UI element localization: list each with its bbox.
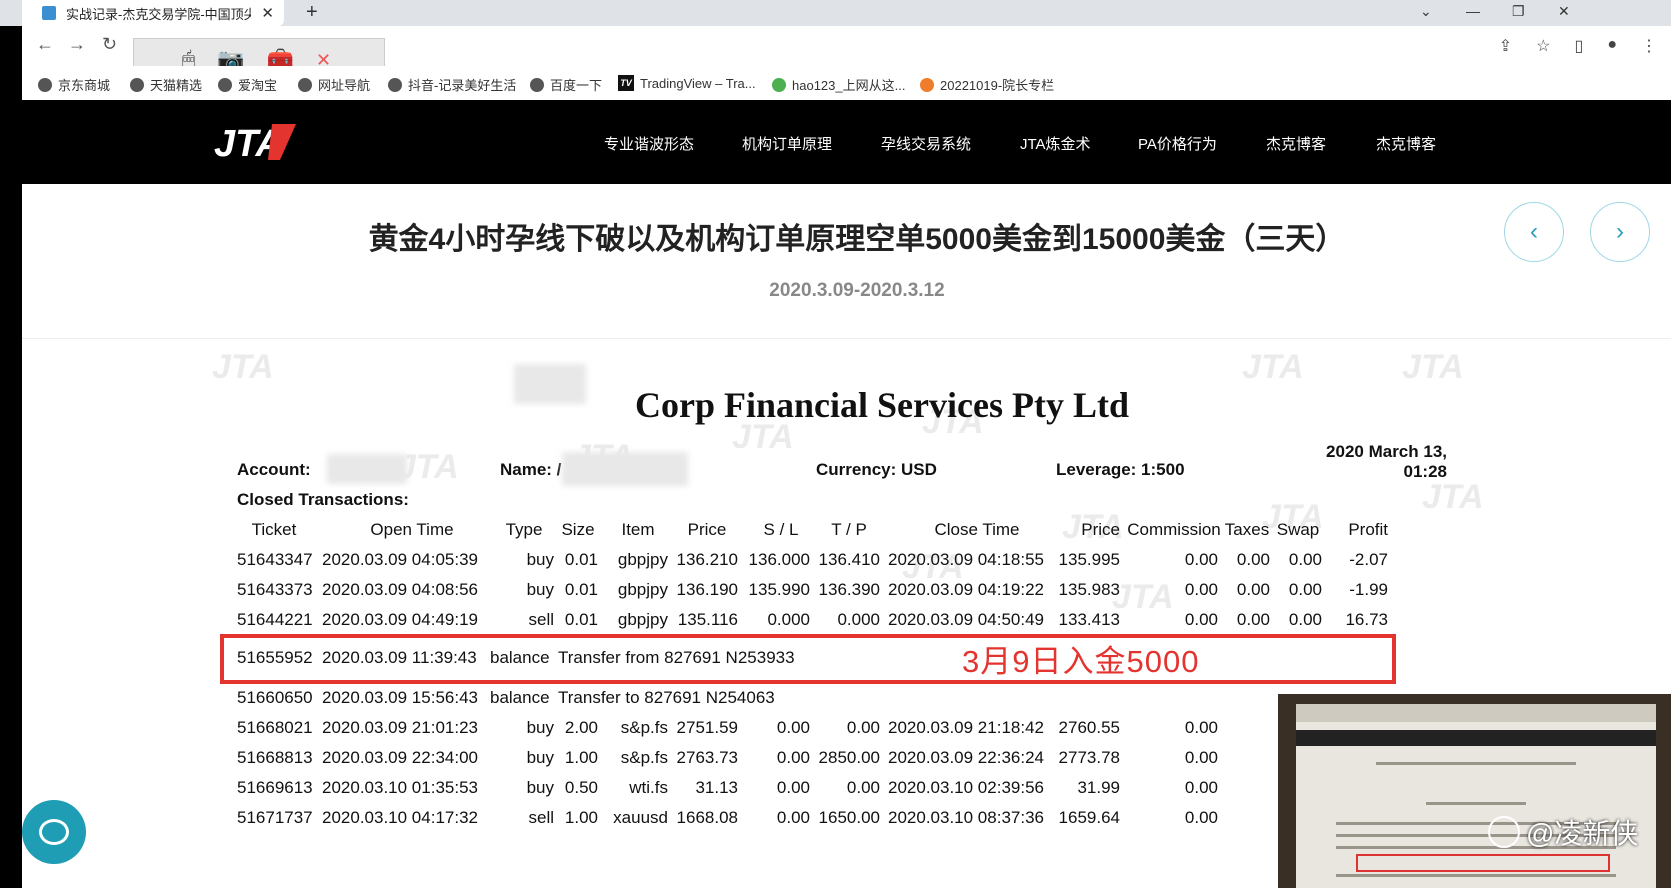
- left-edge-bar: [0, 0, 22, 888]
- browser-tab-bar: 实战记录-杰克交易学院-中国顶尖 ✕ + ⌄ — ❐ ✕: [0, 0, 1671, 26]
- table-row: 51643347 2020.03.09 04:05:39 buy 0.01 gb…: [237, 550, 1388, 569]
- closed-transactions-label: Closed Transactions:: [237, 490, 409, 509]
- watermark: JTA: [1242, 348, 1304, 386]
- bookmarks-bar: 京东商城 天猫精选 爱淘宝 网址导航 抖音-记录美好生活 百度一下 TV Trad…: [22, 66, 1671, 100]
- share-icon[interactable]: ⇪: [1499, 36, 1512, 56]
- tab-title: 实战记录-杰克交易学院-中国顶尖: [66, 6, 252, 22]
- nav-link[interactable]: JTA炼金术: [1020, 133, 1138, 154]
- prev-arrow-button[interactable]: ‹: [1504, 202, 1564, 262]
- browser-tab[interactable]: 实战记录-杰克交易学院-中国顶尖 ✕: [22, 0, 284, 26]
- chat-icon: [39, 819, 69, 845]
- chevron-right-icon: ›: [1616, 218, 1624, 245]
- hao123-icon: [772, 77, 786, 92]
- minimize-icon[interactable]: —: [1466, 0, 1480, 22]
- table-header: Ticket Open Time Type Size Item Price S …: [251, 520, 1388, 539]
- pip-video-overlay: [1278, 694, 1671, 888]
- statement-date: 2020 March 13, 01:28: [1326, 442, 1447, 481]
- watermark: JTA: [1422, 478, 1484, 516]
- tradingview-icon: TV: [618, 75, 634, 91]
- table-row: 51643373 2020.03.09 04:08:56 buy 0.01 gb…: [237, 580, 1388, 599]
- bookmark-item[interactable]: TV TradingView – Tra...: [618, 75, 756, 91]
- column-icon: [920, 77, 934, 92]
- forward-icon[interactable]: →: [68, 34, 86, 55]
- pip-screen-image: [1296, 704, 1656, 888]
- deposit-annotation: 3月9日入金5000: [962, 644, 1200, 679]
- nav-links: 专业谐波形态 机构订单原理 孕线交易系统 JTA炼金术 PA价格行为 杰克博客 …: [604, 133, 1436, 154]
- chat-button[interactable]: [22, 800, 86, 864]
- weibo-icon: [1488, 816, 1520, 848]
- toolbar-right-icons: ⇪ ☆ ▯ ● ⋮: [1499, 36, 1657, 56]
- bookmark-item[interactable]: 20221019-院长专栏: [920, 75, 1054, 94]
- globe-icon: [38, 77, 52, 92]
- bookmark-item[interactable]: 网址导航: [298, 75, 370, 94]
- bookmark-item[interactable]: 百度一下: [530, 75, 602, 94]
- reload-icon[interactable]: ↻: [102, 34, 117, 55]
- watermark: JTA: [212, 348, 274, 386]
- bookmark-item[interactable]: 天猫精选: [130, 75, 202, 94]
- name-label: Name: /: [500, 460, 562, 479]
- tab-favicon-icon: [42, 6, 56, 20]
- page-title: 黄金4小时孕线下破以及机构订单原理空单5000美金到15000美金（三天）: [368, 223, 1346, 256]
- watermark: JTA: [1402, 348, 1464, 386]
- globe-icon: [530, 77, 544, 92]
- bookmark-item[interactable]: 爱淘宝: [218, 75, 277, 94]
- tab-close-icon[interactable]: ✕: [261, 4, 274, 22]
- article-header: 黄金4小时孕线下破以及机构订单原理空单5000美金到15000美金（三天） 20…: [22, 184, 1671, 339]
- next-arrow-button[interactable]: ›: [1590, 202, 1650, 262]
- nav-link[interactable]: PA价格行为: [1138, 133, 1266, 154]
- bookmark-item[interactable]: hao123_上网从这...: [772, 75, 905, 94]
- globe-icon: [218, 77, 232, 92]
- bookmark-item[interactable]: 京东商城: [38, 75, 110, 94]
- currency-info: Currency: USD: [816, 460, 937, 479]
- jta-logo[interactable]: JTA: [210, 118, 310, 164]
- globe-icon: [130, 77, 144, 92]
- tab-search-icon[interactable]: ⌄: [1420, 0, 1432, 22]
- bookmark-item[interactable]: 抖音-记录美好生活: [388, 75, 516, 94]
- highlight-box: [220, 634, 1396, 684]
- redacted-account: [327, 454, 407, 484]
- bookmark-star-icon[interactable]: ☆: [1536, 36, 1550, 56]
- profile-icon[interactable]: ●: [1607, 36, 1617, 56]
- globe-icon: [388, 77, 402, 92]
- statement-company: Corp Financial Services Pty Ltd: [635, 385, 1129, 425]
- nav-link[interactable]: 专业谐波形态: [604, 133, 742, 154]
- side-panel-icon[interactable]: ▯: [1575, 36, 1584, 56]
- close-window-icon[interactable]: ✕: [1558, 0, 1570, 22]
- weibo-watermark: @凌新侠: [1488, 812, 1638, 852]
- nav-link[interactable]: 杰克博客: [1266, 133, 1376, 154]
- menu-icon[interactable]: ⋮: [1641, 36, 1657, 56]
- globe-icon: [298, 77, 312, 92]
- back-icon[interactable]: ←: [36, 34, 54, 55]
- redacted-name: [562, 452, 688, 486]
- nav-link[interactable]: 机构订单原理: [742, 133, 881, 154]
- site-nav: JTA 专业谐波形态 机构订单原理 孕线交易系统 JTA炼金术 PA价格行为 杰…: [22, 100, 1671, 184]
- nav-link[interactable]: 孕线交易系统: [881, 133, 1020, 154]
- leverage-info: Leverage: 1:500: [1056, 460, 1185, 479]
- nav-link[interactable]: 杰克博客: [1376, 133, 1436, 154]
- chevron-left-icon: ‹: [1530, 218, 1538, 245]
- account-label: Account:: [237, 460, 311, 479]
- new-tab-button[interactable]: +: [306, 0, 318, 24]
- maximize-icon[interactable]: ❐: [1512, 0, 1525, 22]
- date-range: 2020.3.09-2020.3.12: [769, 280, 945, 301]
